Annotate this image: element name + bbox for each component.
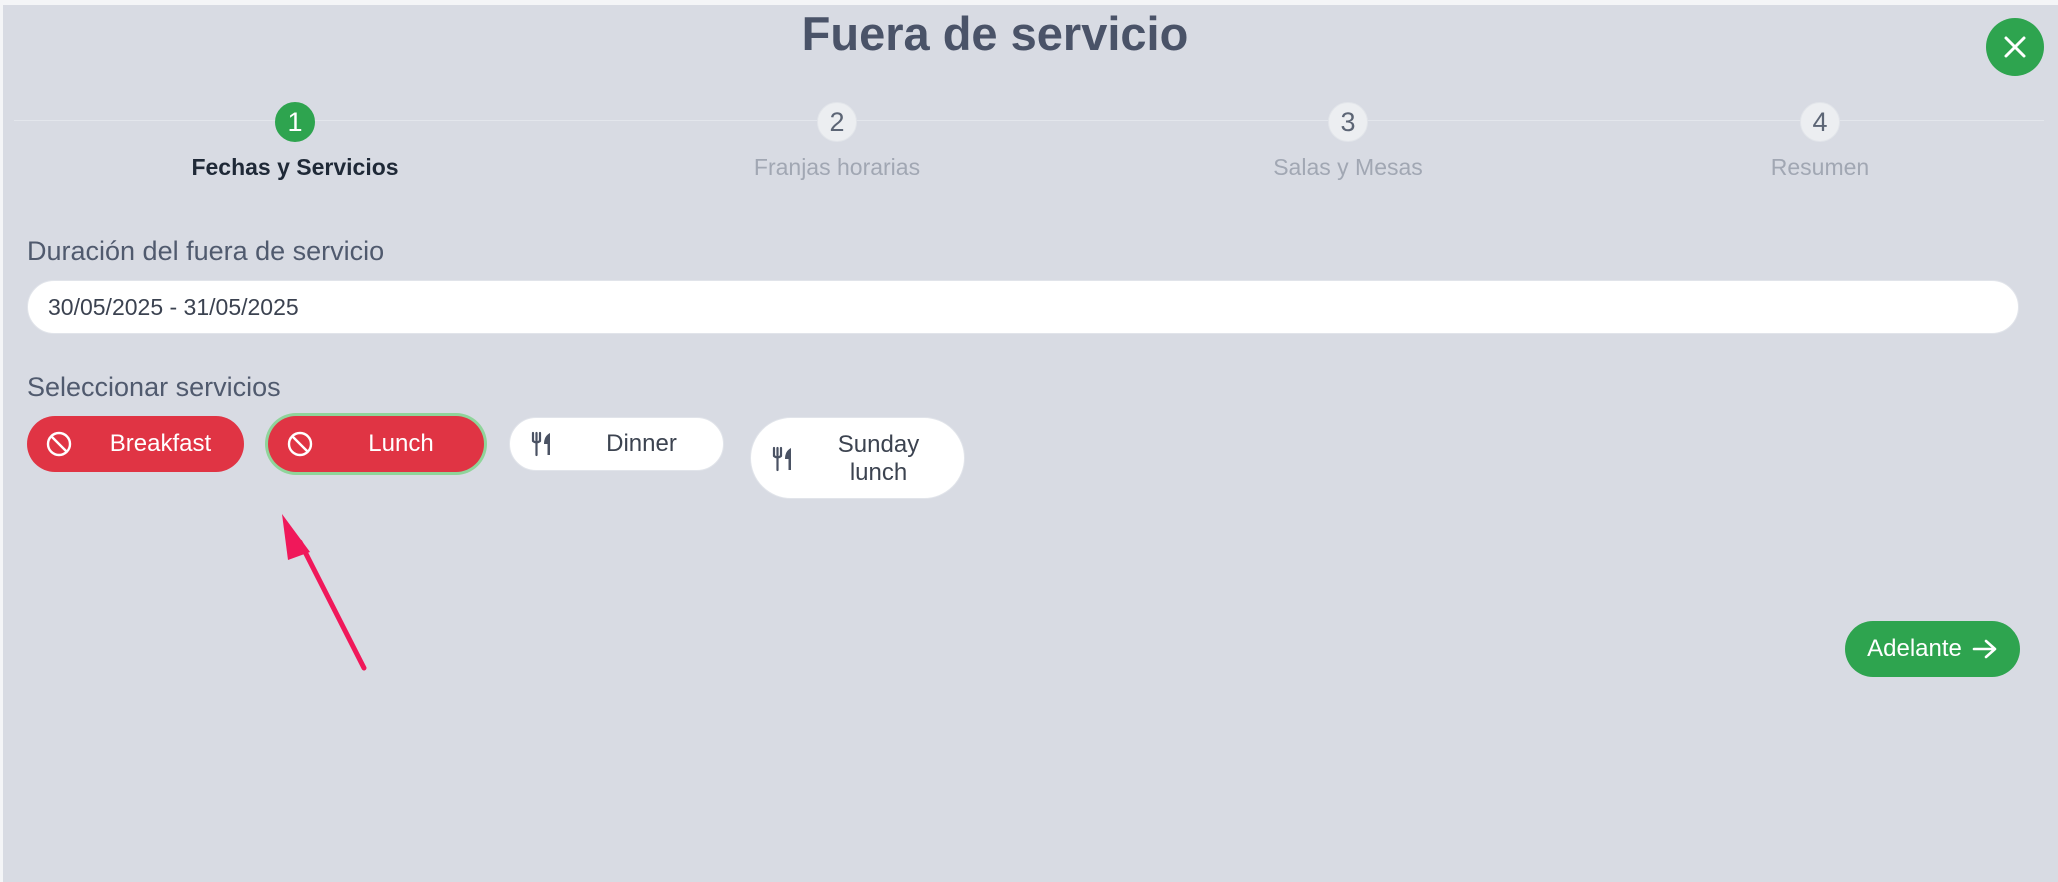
utensils-icon [772,446,791,472]
service-label: Sunday lunch [837,431,920,486]
service-label: Lunch [368,430,434,457]
service-label: Breakfast [109,430,212,457]
next-button[interactable]: Adelante [1845,621,2020,677]
close-button[interactable] [1986,18,2044,76]
step-number: 1 [275,102,315,142]
annotation-arrow-icon [282,514,367,671]
next-button-label: Adelante [1867,635,1962,662]
service-toggle-lunch[interactable]: Lunch [268,416,484,472]
step-number: 4 [1800,102,1840,142]
duration-label: Duración del fuera de servicio [27,236,385,266]
utensils-icon [531,431,550,457]
step-label: Resumen [1770,154,1870,180]
service-toggle-dinner[interactable]: Dinner [509,417,724,471]
close-icon [2004,36,2026,58]
modal-left-edge [0,0,3,882]
service-toggle-sunday-lunch[interactable]: Sunday lunch [750,417,965,499]
step-label: Fechas y Servicios [191,154,399,180]
ban-icon [287,431,313,457]
step-salas-y-mesas[interactable]: 3 Salas y Mesas [1218,102,1478,181]
step-label: Salas y Mesas [1273,154,1423,180]
date-range-input[interactable] [27,280,2019,334]
step-fechas-y-servicios[interactable]: 1 Fechas y Servicios [165,102,425,181]
service-label: Dinner [606,430,677,457]
service-toggle-breakfast[interactable]: Breakfast [27,416,244,472]
arrow-right-icon [1972,639,1997,659]
step-franjas-horarias[interactable]: 2 Franjas horarias [707,102,967,181]
services-label: Seleccionar servicios [27,372,281,402]
step-number: 2 [817,102,857,142]
modal-top-edge [0,0,2058,5]
step-number: 3 [1328,102,1368,142]
ban-icon [46,431,72,457]
modal-title: Fuera de servicio [801,7,1189,60]
step-label: Franjas horarias [753,154,921,180]
step-resumen[interactable]: 4 Resumen [1690,102,1950,181]
